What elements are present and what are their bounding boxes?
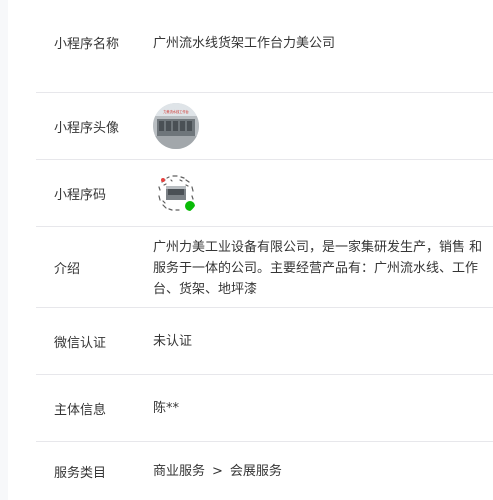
miniprogram-code-svg (153, 170, 199, 216)
miniprogram-code-icon[interactable] (153, 170, 199, 216)
row-wechat-verification: 微信认证 未认证 (36, 308, 493, 375)
row-mini-program-name: 小程序名称 广州流水线货架工作台力美公司 (36, 0, 493, 93)
mini-program-code-value (153, 170, 493, 216)
subject-info-value: 陈** (153, 400, 180, 416)
row-mini-program-code: 小程序码 (36, 160, 493, 227)
introduction-label: 介绍 (54, 261, 81, 277)
mini-program-avatar-value: 力美流水线工作台 (153, 103, 493, 149)
info-table: 小程序名称 广州流水线货架工作台力美公司 小程序头像 力美流水线工作台 小程序码… (36, 0, 493, 500)
introduction-value: 广州力美工业设备有限公司，是一家集研发生产，销售 和服务于一体的公司。主要经营产… (153, 239, 483, 297)
subject-info-label: 主体信息 (54, 402, 107, 418)
service-category-value: 商业服务 > 会展服务 (153, 461, 493, 482)
wechat-verification-value: 未认证 (153, 333, 193, 349)
factory-photo-svg: 力美流水线工作台 (153, 103, 199, 149)
mini-program-name-label: 小程序名称 (54, 37, 120, 52)
mini-program-info-page: 小程序名称 广州流水线货架工作台力美公司 小程序头像 力美流水线工作台 小程序码… (0, 0, 493, 500)
row-subject-info: 主体信息 陈** (36, 375, 493, 442)
service-category-separator: > (212, 463, 223, 479)
factory-avatar-icon[interactable]: 力美流水线工作台 (153, 103, 199, 149)
avatar-logo-text: 力美流水线工作台 (163, 109, 189, 114)
row-introduction: 介绍 广州力美工业设备有限公司，是一家集研发生产，销售 和服务于一体的公司。主要… (36, 227, 493, 308)
mini-program-code-label: 小程序码 (54, 187, 107, 203)
left-gutter (0, 0, 8, 500)
wechat-verification-label: 微信认证 (54, 335, 107, 351)
service-category-primary: 商业服务 (153, 463, 206, 479)
service-category-label: 服务类目 (54, 465, 107, 481)
row-service-category: 服务类目 商业服务 > 会展服务 (36, 442, 493, 500)
row-mini-program-avatar: 小程序头像 力美流水线工作台 (36, 93, 493, 160)
service-category-secondary: 会展服务 (229, 463, 282, 479)
mini-program-avatar-label: 小程序头像 (54, 120, 120, 136)
mini-program-name-value: 广州流水线货架工作台力美公司 (153, 36, 336, 51)
